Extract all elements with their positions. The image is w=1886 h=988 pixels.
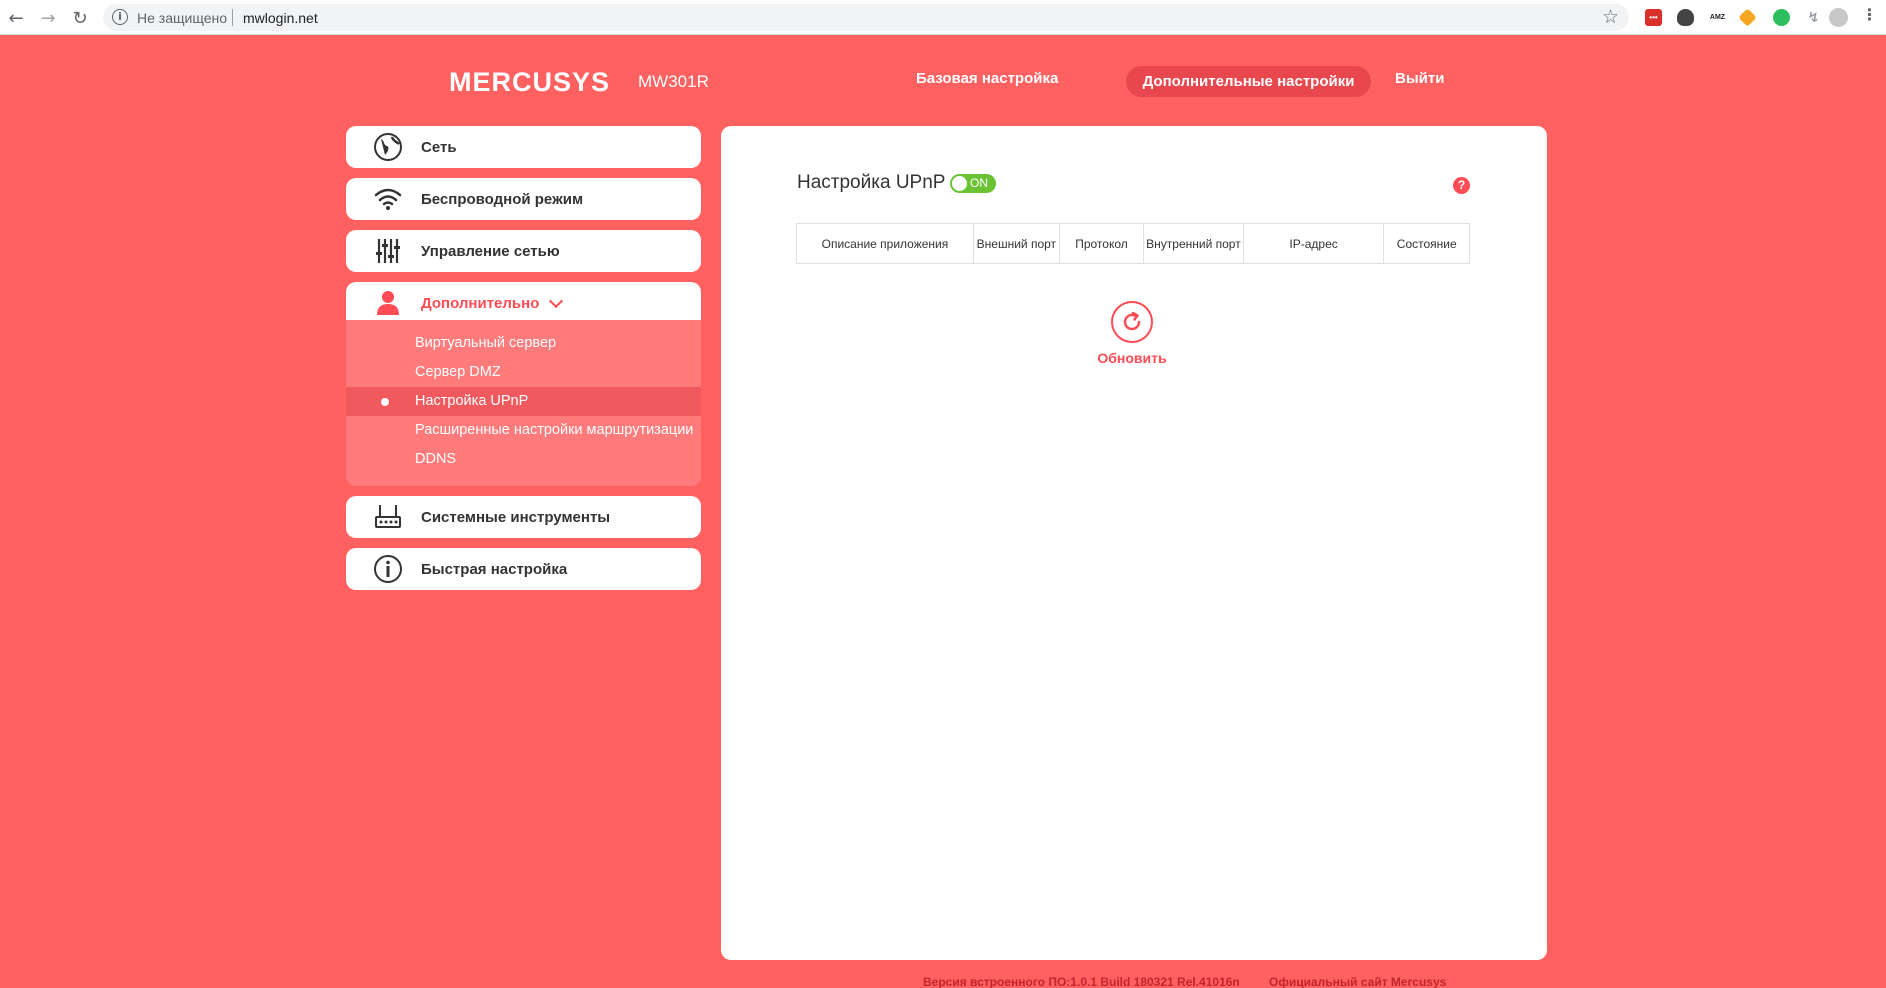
router-icon	[373, 502, 403, 532]
submenu-ddns[interactable]: DDNS	[346, 445, 701, 474]
page-title: Настройка UPnP	[797, 172, 946, 193]
pocket-icon[interactable]	[1677, 9, 1694, 26]
info-icon	[373, 554, 403, 584]
upnp-toggle[interactable]: ON	[950, 174, 996, 193]
extension-icon-1[interactable]: •••	[1645, 9, 1662, 26]
bolt-extension-icon[interactable]: ↯	[1805, 9, 1822, 26]
security-label: Не защищено	[137, 10, 227, 26]
bookmark-star-icon[interactable]: ☆	[1602, 6, 1619, 28]
user-icon	[373, 288, 403, 318]
active-dot	[381, 398, 389, 406]
sidebar-item-label: Управление сетью	[421, 242, 560, 260]
upnp-panel: Настройка UPnP ON ? Описание приложения …	[721, 126, 1547, 960]
firmware-version: Версия встроенного ПО:1.0.1 Build 180321…	[923, 975, 1240, 988]
sliders-icon	[373, 236, 403, 266]
sidebar-item-wireless[interactable]: Беспроводной режим	[346, 178, 701, 220]
sidebar-item-system-tools[interactable]: Системные инструменты	[346, 496, 701, 538]
sidebar-item-label: Сеть	[421, 138, 457, 156]
submenu-advanced-routing[interactable]: Расширенные настройки маршрутизации	[346, 416, 701, 445]
sidebar-item-advanced[interactable]: Дополнительно	[346, 282, 701, 324]
refresh-label[interactable]: Обновить	[1087, 350, 1177, 366]
toggle-knob	[952, 176, 967, 191]
table-header-row: Описание приложения Внешний порт Протоко…	[796, 223, 1470, 264]
profile-avatar[interactable]	[1829, 8, 1848, 27]
nav-advanced-settings[interactable]: Дополнительные настройки	[1126, 66, 1371, 97]
browser-toolbar: ← → ↻ i Не защищено mwlogin.net ☆ ••• AM…	[0, 0, 1886, 35]
sidebar-item-network[interactable]: Сеть	[346, 126, 701, 168]
nav-basic-settings[interactable]: Базовая настройка	[916, 70, 1058, 87]
submenu-dmz[interactable]: Сервер DMZ	[346, 358, 701, 387]
wifi-icon	[373, 184, 403, 214]
sidebar-item-label: Быстрая настройка	[421, 560, 568, 578]
col-external-port: Внешний порт	[972, 223, 1060, 264]
model-name: MW301R	[638, 72, 709, 91]
reload-icon[interactable]: ↻	[69, 7, 91, 29]
address-bar[interactable]: i Не защищено mwlogin.net ☆	[103, 4, 1629, 31]
sidebar-item-label: Дополнительно	[421, 294, 540, 312]
chevron-down-icon	[549, 293, 564, 308]
sidebar-item-quick-setup[interactable]: Быстрая настройка	[346, 548, 701, 590]
sidebar-item-label: Системные инструменты	[421, 508, 611, 526]
col-ip-address: IP-адрес	[1242, 223, 1385, 264]
site-info-icon[interactable]: i	[112, 9, 128, 25]
toggle-label: ON	[970, 176, 988, 190]
amazon-extension-icon[interactable]: AMZ	[1709, 9, 1726, 26]
col-protocol: Протокол	[1058, 223, 1145, 264]
refresh-icon	[1123, 311, 1141, 331]
address-divider	[232, 9, 233, 26]
globe-icon	[373, 132, 403, 162]
url-text[interactable]: mwlogin.net	[243, 10, 318, 26]
col-app-description: Описание приложения	[796, 223, 974, 264]
submenu-upnp[interactable]: Настройка UPnP	[346, 387, 701, 416]
evernote-icon[interactable]	[1773, 9, 1790, 26]
coupon-extension-icon[interactable]	[1738, 8, 1757, 27]
forward-icon[interactable]: →	[37, 7, 59, 29]
col-status: Состояние	[1383, 223, 1470, 264]
sidebar-item-network-control[interactable]: Управление сетью	[346, 230, 701, 272]
nav-logout[interactable]: Выйти	[1395, 70, 1444, 87]
browser-menu-icon[interactable]: ⋮	[1861, 8, 1878, 26]
upnp-table: Описание приложения Внешний порт Протоко…	[796, 223, 1470, 264]
mercusys-logo: MERCUSYS	[449, 67, 611, 97]
submenu-upnp-label: Настройка UPnP	[415, 393, 529, 409]
advanced-submenu: Виртуальный сервер Сервер DMZ Настройка …	[346, 320, 701, 486]
official-site-link[interactable]: Официальный сайт Mercusys	[1269, 975, 1446, 988]
refresh-button[interactable]	[1111, 301, 1153, 343]
sidebar-item-label: Беспроводной режим	[421, 190, 584, 208]
back-icon[interactable]: ←	[5, 7, 27, 29]
submenu-virtual-server[interactable]: Виртуальный сервер	[346, 329, 701, 358]
help-icon[interactable]: ?	[1453, 177, 1470, 194]
col-internal-port: Внутренний порт	[1143, 223, 1244, 264]
